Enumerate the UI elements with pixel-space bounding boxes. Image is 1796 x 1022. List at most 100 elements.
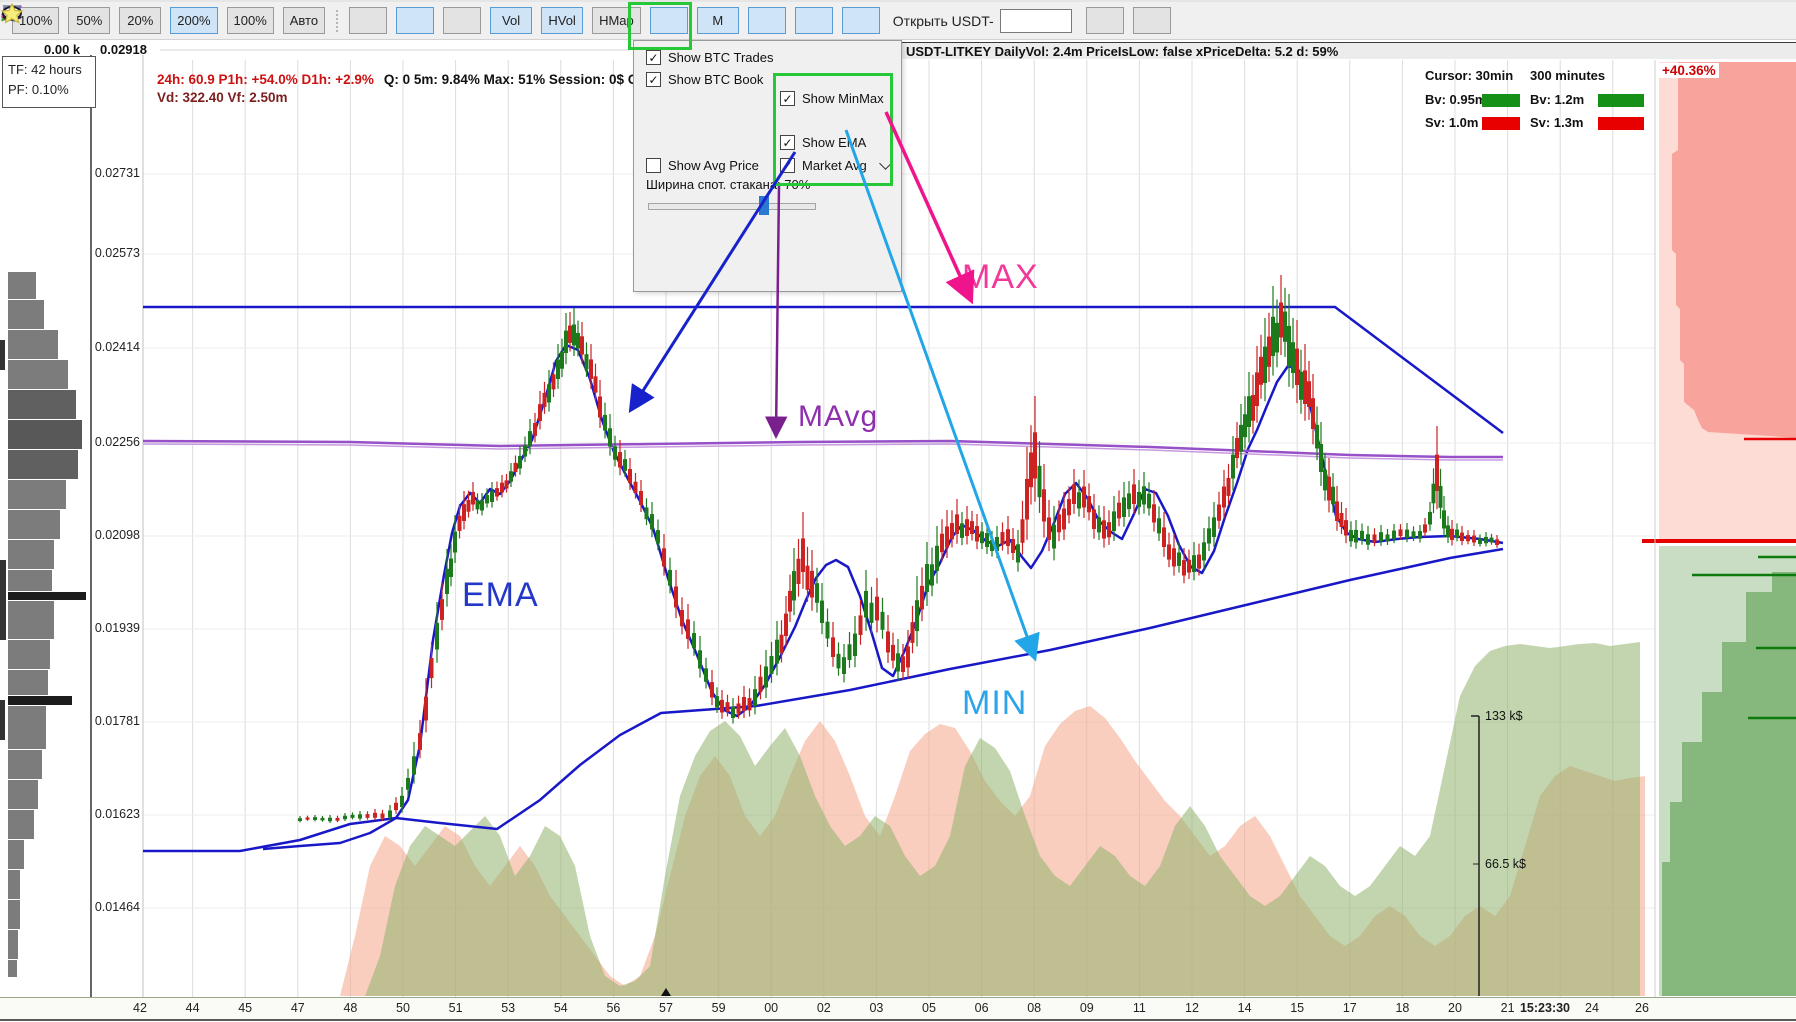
checkbox-label: Show BTC Trades — [668, 50, 774, 65]
time-tick-label: 56 — [606, 1001, 620, 1015]
legend-period-sell: Sv: 1.3m — [1530, 115, 1583, 130]
draw-pencil-icon[interactable] — [650, 7, 688, 34]
checkbox-box[interactable]: ✓ — [780, 135, 795, 150]
time-tick-label: 51 — [449, 1001, 463, 1015]
time-tick-label: 02 — [817, 1001, 831, 1015]
time-tick-label: 09 — [1080, 1001, 1094, 1015]
stats-black-part: Q: 0 5m: 9.84% Max: 51% Session: 0$ Open… — [384, 72, 667, 87]
toolbar-button-hvol[interactable]: HVol — [541, 7, 583, 34]
toolbar: 100%50%20%200%100%Авто VolHVolHMapM Откр… — [0, 0, 1796, 40]
price-tick-label: 0.02731 — [88, 166, 140, 180]
open-symbol-input[interactable] — [1000, 9, 1072, 33]
time-tick-label: 45 — [238, 1001, 252, 1015]
time-tick-label: 50 — [396, 1001, 410, 1015]
legend-cursor-buy: Bv: 0.95m — [1425, 92, 1486, 107]
time-tick-label: 47 — [291, 1001, 305, 1015]
toolbar-buttons-slot: 100%50%20%200%100%Авто — [12, 7, 334, 34]
book-width-slider-thumb[interactable] — [759, 196, 769, 215]
time-tick-label: 26 — [1635, 1001, 1649, 1015]
legend-sell-swatch — [1598, 117, 1644, 130]
price-tick-label: 0.02098 — [88, 528, 140, 542]
checkbox-show-ema[interactable]: ✓ Show EMA — [780, 135, 866, 150]
price-tick-label: 0.02256 — [88, 435, 140, 449]
trading-terminal-window: 133 k$66.5 k$ 100%50%20%200%100%Авто Vol… — [0, 0, 1796, 1022]
toolbar-button-50[interactable]: 50% — [68, 7, 110, 34]
time-tick-label: 12 — [1185, 1001, 1199, 1015]
checkbox-show-minmax[interactable]: ✓ Show MinMax — [780, 91, 884, 106]
price-tick-label: 0.02414 — [88, 340, 140, 354]
toolbar-button-m[interactable]: M — [697, 7, 739, 34]
open-symbol-label: Открыть USDT- — [893, 13, 994, 29]
legend-cursor-sell: Sv: 1.0m — [1425, 115, 1478, 130]
timeframe-label: TF: 42 hours — [8, 60, 95, 80]
window-bottom-edge — [0, 1019, 1796, 1021]
time-tick-label: 44 — [186, 1001, 200, 1015]
toolbar-button-20[interactable]: 20% — [119, 7, 161, 34]
time-tick-label: 06 — [975, 1001, 989, 1015]
checkbox-show-btc-book[interactable]: ✓ Show BTC Book — [646, 72, 763, 87]
filter-icon[interactable] — [795, 7, 833, 34]
price-tick-label: 0.01464 — [88, 900, 140, 914]
checkbox-label: Market Avg — [802, 158, 867, 173]
eye-icon[interactable] — [1086, 7, 1124, 34]
checkbox-box[interactable]: ✓ — [780, 91, 795, 106]
volume-at-cursor-label: 0.00 k — [44, 42, 80, 57]
price-tick-label: 0.02573 — [88, 246, 140, 260]
time-tick-label: 54 — [554, 1001, 568, 1015]
toolbar-buttons-slot: Vol HVol HMap M — [349, 7, 889, 34]
stats-red-part: 24h: 60.9 P1h: +54.0% D1h: +2.9% — [157, 72, 374, 87]
time-tick-label: 15 — [1290, 1001, 1304, 1015]
profit-factor-label: PF: 0.10% — [8, 80, 95, 100]
checkbox-show-avg-price[interactable]: Show Avg Price — [646, 158, 759, 173]
book-width-slider-track[interactable] — [648, 203, 816, 210]
star-icon[interactable] — [1133, 7, 1171, 34]
price-stats-line: 24h: 60.9 P1h: +54.0% D1h: +2.9% Q: 0 5m:… — [157, 72, 667, 87]
time-axis[interactable]: 4244454748505153545657590002030506080911… — [0, 997, 1796, 1021]
legend-buy-swatch — [1598, 94, 1644, 107]
trades-zigzag-icon[interactable] — [349, 7, 387, 34]
checkbox-market-avg[interactable]: ✓ Market Avg — [780, 158, 890, 173]
timeframe-box: TF: 42 hours PF: 0.10% — [2, 56, 96, 108]
toolbar-button-200[interactable]: 200% — [170, 7, 217, 34]
toolbar-button-vol[interactable]: Vol — [490, 7, 532, 34]
time-tick-label: 17 — [1343, 1001, 1357, 1015]
toolbar-button-hmap[interactable]: HMap — [592, 7, 641, 34]
checkbox-box[interactable]: ✓ — [646, 72, 661, 87]
legend-cursor-title: Cursor: 30min — [1425, 68, 1513, 83]
chevron-down-icon[interactable] — [879, 157, 892, 170]
checkbox-show-btc-trades[interactable]: ✓ Show BTC Trades — [646, 50, 774, 65]
toolbar-buttons-slot — [1086, 7, 1180, 34]
checkbox-label: Show Avg Price — [668, 158, 759, 173]
symbol-info-bar: USDT-LITKEY DailyVol: 2.4m PriceIsLow: f… — [898, 42, 1796, 59]
time-tick-label: 18 — [1395, 1001, 1409, 1015]
price-tick-label: 0.01939 — [88, 621, 140, 635]
time-tick-label: 03 — [869, 1001, 883, 1015]
legend-period-buy: Bv: 1.2m — [1530, 92, 1584, 107]
time-tick-label: 14 — [1238, 1001, 1252, 1015]
time-tick-label: 00 — [764, 1001, 778, 1015]
time-tick-label: 42 — [133, 1001, 147, 1015]
checkbox-box[interactable] — [646, 158, 661, 173]
vol-scale-mid-label: 66.5 k$ — [1485, 857, 1526, 871]
cursor-time-label: 15:23:30 — [1520, 1001, 1570, 1015]
toolbar-button-авто[interactable]: Авто — [283, 7, 325, 34]
book-width-slider-label: Ширина спот. стакана: 70% — [646, 177, 810, 192]
time-tick-label: 48 — [343, 1001, 357, 1015]
checkbox-box[interactable]: ✓ — [646, 50, 661, 65]
minmax-lines-icon[interactable] — [748, 7, 786, 34]
markers-icon[interactable] — [396, 7, 434, 34]
forward-arrow-icon[interactable] — [842, 7, 880, 34]
legend-buy-swatch — [1482, 94, 1520, 107]
book-lines-icon[interactable] — [443, 7, 481, 34]
time-tick-label: 11 — [1133, 1001, 1146, 1015]
checkbox-label: Show EMA — [802, 135, 866, 150]
time-tick-label: 20 — [1448, 1001, 1462, 1015]
checkbox-label: Show BTC Book — [668, 72, 763, 87]
checkbox-box[interactable]: ✓ — [780, 158, 795, 173]
toolbar-button-100[interactable]: 100% — [227, 7, 274, 34]
daily-change-badge: +40.36% — [1659, 63, 1719, 78]
price-tick-label: 0.01623 — [88, 807, 140, 821]
time-tick-label: 08 — [1027, 1001, 1041, 1015]
checkbox-label: Show MinMax — [802, 91, 884, 106]
time-tick-label: 59 — [712, 1001, 726, 1015]
